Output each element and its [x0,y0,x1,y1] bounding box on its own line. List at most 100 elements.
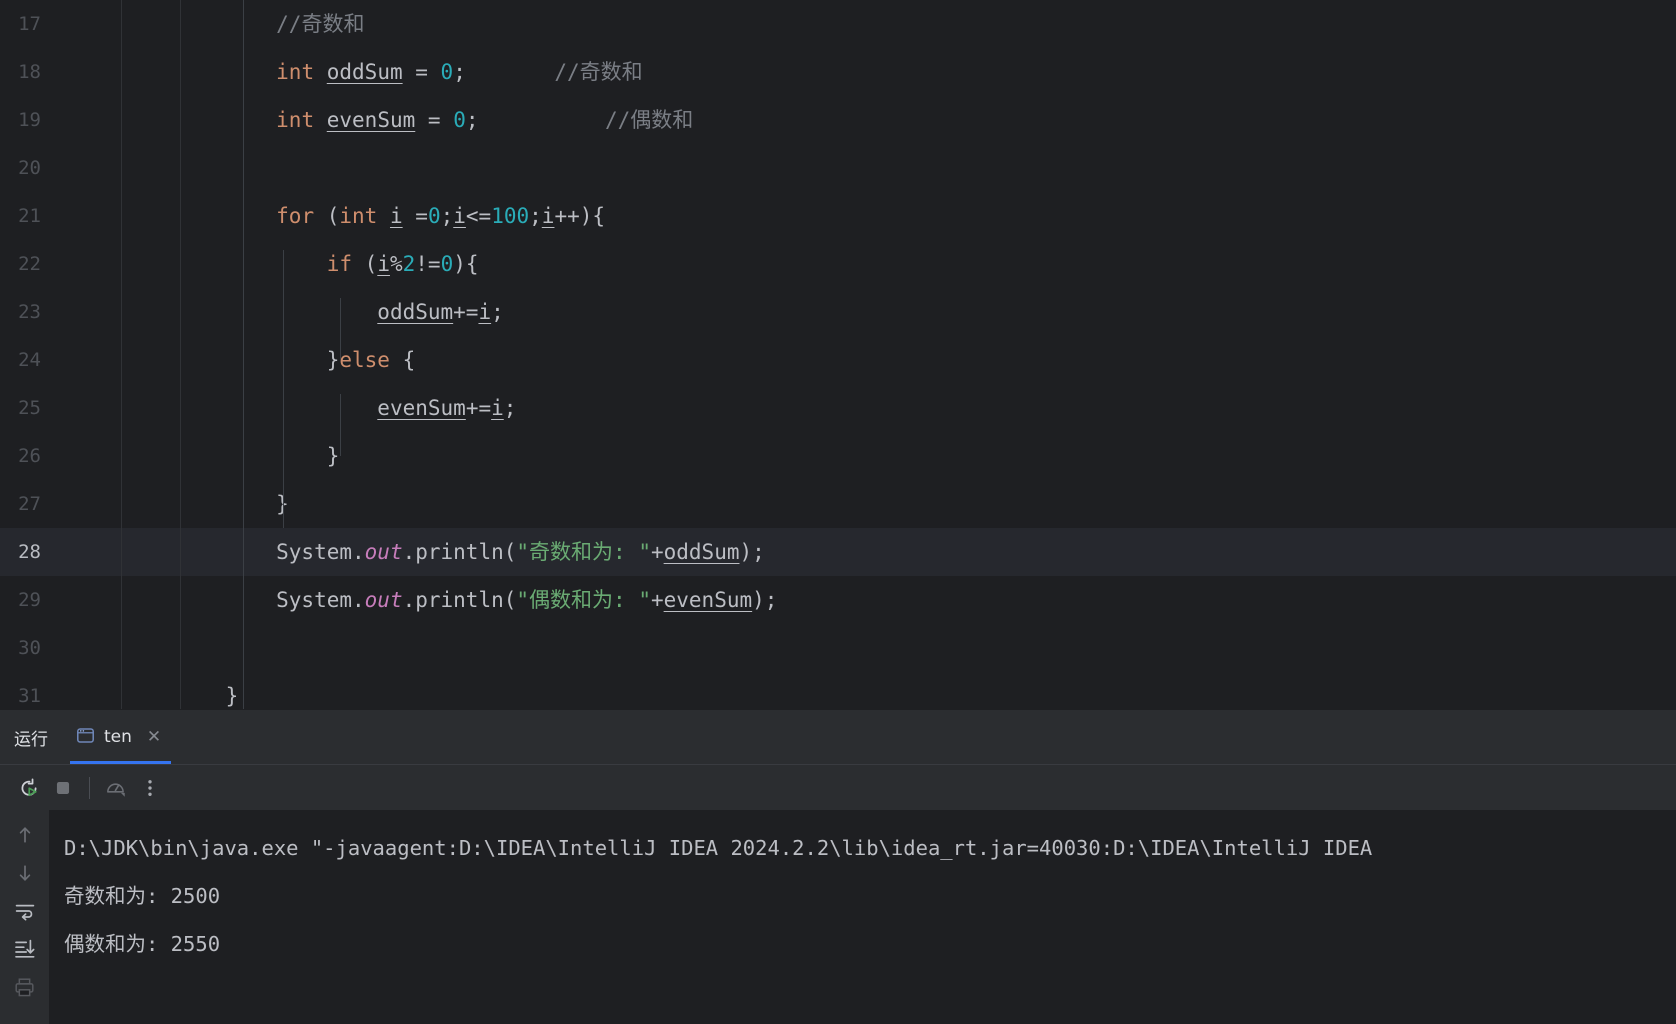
run-tool-window: 运行 ten ✕ D:\JDK\bin\java.exe "-javaagent… [0,709,1676,1024]
editor-line[interactable]: 29 System.out.println("偶数和为: "+evenSum); [0,576,1676,624]
line-number: 31 [18,685,41,707]
editor-line[interactable]: 30 [0,624,1676,672]
code-fold-strip[interactable] [117,576,175,624]
code-fold-strip[interactable] [117,432,175,480]
code-fold-strip[interactable] [117,48,175,96]
token-kw: if [326,252,353,276]
gutter-icon-slot[interactable] [57,672,117,709]
token-localvar: evenSum [326,108,416,132]
code-fold-strip[interactable] [117,480,175,528]
gutter-icon-slot[interactable] [57,96,117,144]
code-fold-strip[interactable] [117,96,175,144]
editor-line[interactable]: 25 evenSum+=i; [0,384,1676,432]
print-icon[interactable] [8,970,42,1004]
token-kw: else [339,348,390,372]
gutter-icon-slot[interactable] [57,384,117,432]
token-plain: .println( [402,540,517,564]
editor-line[interactable]: 23 oddSum+=i; [0,288,1676,336]
arrow-down-icon[interactable] [8,856,42,890]
editor-line[interactable]: 21 for (int i =0;i<=100;i++){ [0,192,1676,240]
gutter-icon-slot[interactable] [57,192,117,240]
gutter-icon-slot[interactable] [57,240,117,288]
token-plain: ); [739,540,765,564]
editor-line[interactable]: 28 System.out.println("奇数和为: "+oddSum); [0,528,1676,576]
gutter-icon-slot[interactable] [57,528,117,576]
token-plain: ; [440,204,454,228]
console-output[interactable]: D:\JDK\bin\java.exe "-javaagent:D:\IDEA\… [50,810,1676,1024]
editor-line[interactable]: 18 int oddSum = 0; //奇数和 [0,48,1676,96]
token-plain: + [650,540,664,564]
token-num: 0 [427,204,441,228]
token-kw: for [276,204,315,228]
run-tab-label: ten [104,727,132,747]
line-content: for (int i =0;i<=100;i++){ [175,192,1676,240]
arrow-up-icon[interactable] [8,818,42,852]
run-tab-ten[interactable]: ten ✕ [70,710,172,764]
line-number: 23 [18,301,41,323]
code-fold-strip[interactable] [117,528,175,576]
code-fold-strip[interactable] [117,672,175,709]
token-cmt: //奇数和 [554,60,643,84]
console-line: D:\JDK\bin\java.exe "-javaagent:D:\IDEA\… [64,836,1373,860]
token-plain: .println( [402,588,517,612]
token-localvar: evenSum [663,588,753,612]
toolbar-divider [89,776,90,799]
editor-line[interactable]: 22 if (i%2!=0){ [0,240,1676,288]
code-fold-strip[interactable] [117,0,175,48]
profiler-icon[interactable] [99,771,133,805]
run-tool-window-header: 运行 ten ✕ [0,710,1676,764]
line-number: 26 [18,445,41,467]
gutter-icon-slot[interactable] [57,288,117,336]
editor-line[interactable]: 20 [0,144,1676,192]
gutter-icon-slot[interactable] [57,432,117,480]
code-fold-strip[interactable] [117,288,175,336]
scroll-to-end-icon[interactable] [8,932,42,966]
line-number: 22 [18,253,41,275]
rerun-button[interactable] [12,771,46,805]
code-fold-strip[interactable] [117,192,175,240]
code-editor[interactable]: 17 //奇数和 18 int oddSum = 0; //奇数和 19 int e… [0,0,1676,709]
editor-line[interactable]: 26 } [0,432,1676,480]
line-number: 25 [18,397,41,419]
code-fold-strip[interactable] [117,384,175,432]
editor-line[interactable]: 24 }else { [0,336,1676,384]
code-fold-strip[interactable] [117,336,175,384]
close-icon[interactable]: ✕ [147,728,161,746]
token-localvar: i [377,252,390,276]
stop-button[interactable] [46,771,80,805]
token-plain: } [276,492,289,516]
token-num: 0 [440,60,454,84]
code-fold-strip[interactable] [117,240,175,288]
gutter-icon-slot[interactable] [57,0,117,48]
gutter-icon-slot[interactable] [57,48,117,96]
line-content: } [175,672,1676,709]
editor-line[interactable]: 17 //奇数和 [0,0,1676,48]
more-options-icon[interactable] [133,771,167,805]
token-plain: != [415,252,441,276]
editor-line[interactable]: 19 int evenSum = 0; //偶数和 [0,96,1676,144]
gutter-icon-slot[interactable] [57,480,117,528]
token-plain: } [326,444,340,468]
line-content: System.out.println("偶数和为: "+evenSum); [175,576,1676,624]
editor-line[interactable]: 27 } [0,480,1676,528]
gutter-icon-slot[interactable] [57,576,117,624]
gutter-icon-slot[interactable] [57,336,117,384]
token-plain: } [225,684,239,708]
soft-wrap-icon[interactable] [8,894,42,928]
line-number: 27 [18,493,41,515]
line-content: oddSum+=i; [175,288,1676,336]
token-localvar: oddSum [326,60,403,84]
gutter-icon-slot[interactable] [57,144,117,192]
run-tool-window-title: 运行 [14,729,48,750]
code-fold-strip[interactable] [117,144,175,192]
line-content: if (i%2!=0){ [175,240,1676,288]
code-fold-strip[interactable] [117,624,175,672]
line-number: 21 [18,205,41,227]
gutter-icon-slot[interactable] [57,624,117,672]
editor-line[interactable]: 31 } [0,672,1676,709]
